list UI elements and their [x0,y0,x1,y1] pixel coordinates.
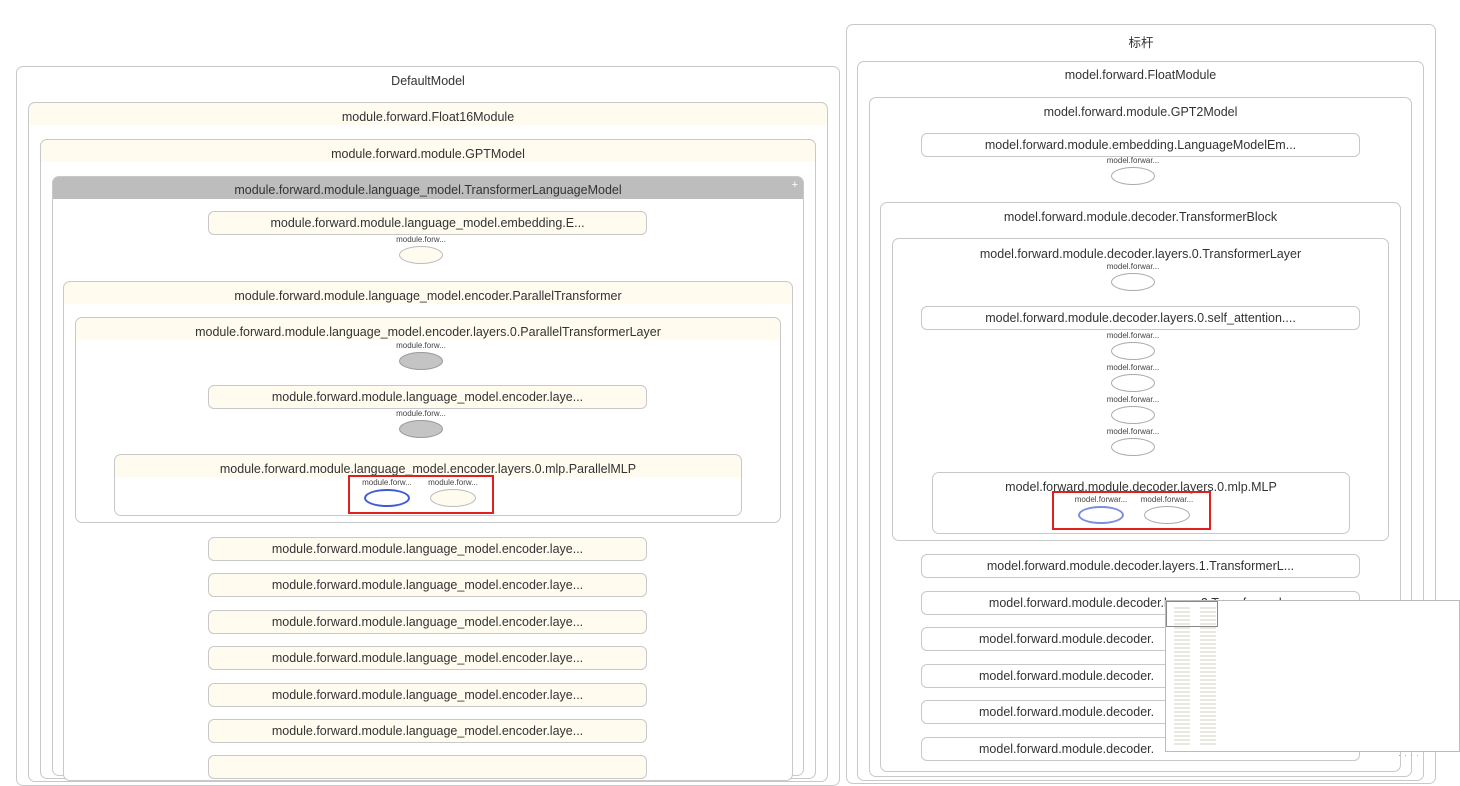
expand-plus-icon[interactable]: + [792,179,798,191]
left-layer-node-1[interactable]: module.forward.module.language_model.enc… [208,537,647,561]
attn-op-ellipse-2 [1111,374,1155,392]
left-layer-node-6[interactable]: module.forward.module.language_model.enc… [208,719,647,743]
right-layer0-op-ellipse [1111,273,1155,291]
right-layer1-node[interactable]: model.forward.module.decoder.layers.1.Tr… [921,554,1360,578]
transformer-lm-title: module.forward.module.language_model.Tra… [234,183,622,197]
float16-module-title: module.forward.Float16Module [341,110,515,124]
attn-op-node-1[interactable]: model.forwar... [1100,331,1166,360]
attn-op-ellipse-1 [1111,342,1155,360]
embedding-op-ellipse [399,246,443,264]
parallel-transformer-title: module.forward.module.language_model.enc… [234,289,622,303]
left-highlight-box [348,475,494,514]
left-layer0-sub-op-node[interactable]: module.forw... [389,409,453,438]
embedding-op-node[interactable]: module.forw... [389,235,453,264]
transformer-block-title: model.forward.module.decoder.Transformer… [1003,210,1278,224]
left-layer-node-3[interactable]: module.forward.module.language_model.enc… [208,610,647,634]
gpt2-model-title: model.forward.module.GPT2Model [1043,105,1238,119]
minimap-right-graph [1200,607,1216,747]
left-layer-node-5[interactable]: module.forward.module.language_model.enc… [208,683,647,707]
left-layer0-sub-op-ellipse [399,420,443,438]
right-embedding-node[interactable]: model.forward.module.embedding.LanguageM… [921,133,1360,157]
right-embedding-op-node[interactable]: model.forwar... [1100,156,1166,185]
left-layer0-op-ellipse [399,352,443,370]
float-module-title: model.forward.FloatModule [1064,68,1217,82]
attn-op-node-3[interactable]: model.forwar... [1100,395,1166,424]
attn-op-ellipse-4 [1111,438,1155,456]
left-layer-node-4[interactable]: module.forward.module.language_model.enc… [208,646,647,670]
attn-op-node-4[interactable]: model.forwar... [1100,427,1166,456]
left-layer0-sub-node[interactable]: module.forward.module.language_model.enc… [208,385,647,409]
left-layer0-title: module.forward.module.language_model.enc… [195,325,661,339]
left-mlp-title: module.forward.module.language_model.enc… [219,462,637,476]
right-highlight-box [1052,491,1211,530]
minimap-left-graph [1174,607,1190,747]
minimap-viewport[interactable] [1166,601,1218,627]
left-root-title: DefaultModel [391,74,465,88]
right-layer0-title: model.forward.module.decoder.layers.0.Tr… [979,247,1302,261]
left-layer-node-2[interactable]: module.forward.module.language_model.enc… [208,573,647,597]
right-root-title: 标杆 [1128,36,1154,50]
attn-op-node-2[interactable]: model.forwar... [1100,363,1166,392]
gpt-model-title: module.forward.module.GPTModel [331,147,525,161]
self-attention-node[interactable]: model.forward.module.decoder.layers.0.se… [921,306,1360,330]
right-embedding-op-ellipse [1111,167,1155,185]
minimap-panel[interactable] [1165,600,1460,752]
right-layer0-op-node[interactable]: model.forwar... [1100,262,1166,291]
attn-op-ellipse-3 [1111,406,1155,424]
embedding-node[interactable]: module.forward.module.language_model.emb… [208,211,647,235]
left-layer0-op-node[interactable]: module.forw... [389,341,453,370]
